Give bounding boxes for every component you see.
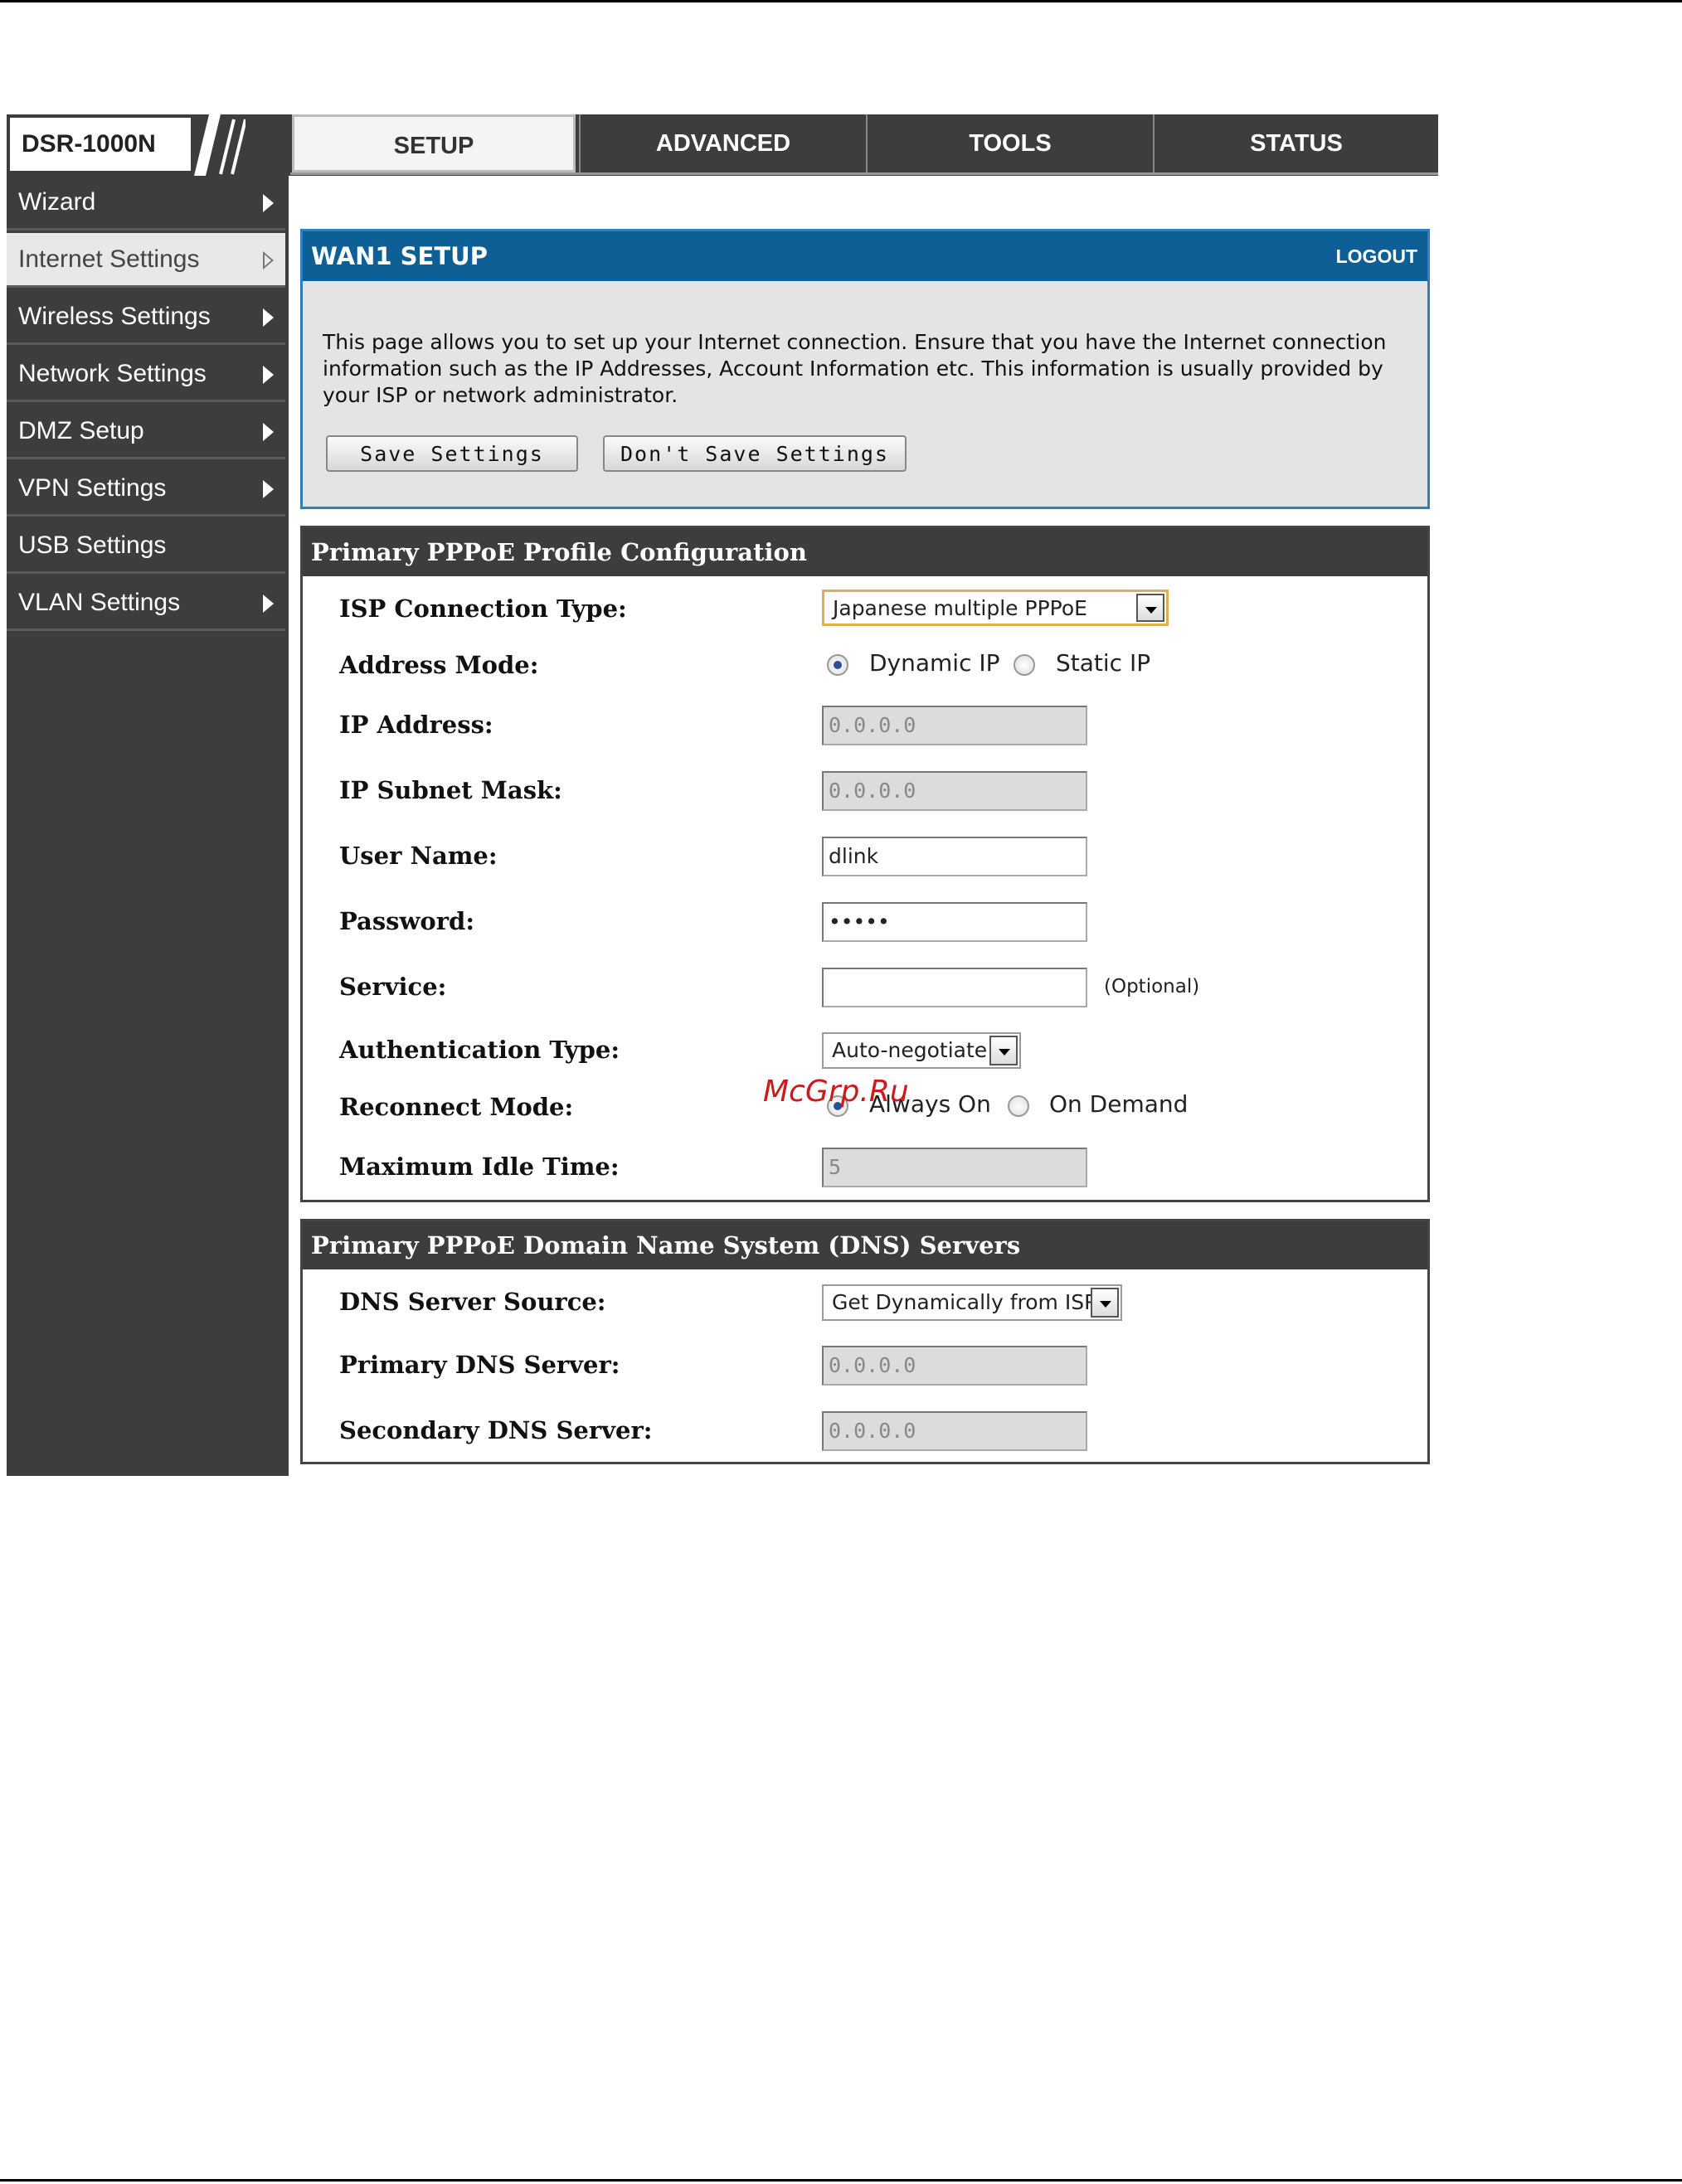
tab-setup[interactable]: SETUP: [292, 114, 576, 172]
reconnect-mode-label: Reconnect Mode:: [339, 1093, 574, 1121]
password-label: Password:: [339, 907, 475, 935]
user-name-label: User Name:: [339, 842, 498, 870]
section-header: Primary PPPoE Profile Configuration: [303, 528, 1427, 576]
dynamic-ip-radio[interactable]: [827, 654, 848, 676]
select-value: Auto-negotiate: [832, 1038, 988, 1062]
section-title: Primary PPPoE Domain Name System (DNS) S…: [311, 1231, 1021, 1259]
arrow-right-icon: [263, 366, 274, 384]
dns-server-source-label: DNS Server Source:: [339, 1288, 606, 1316]
sidebar-item-label: Network Settings: [18, 360, 207, 387]
arrow-right-icon: [263, 423, 274, 441]
sidebar-item-usb-settings[interactable]: USB Settings: [7, 519, 285, 574]
sidebar-item-label: Wireless Settings: [18, 303, 211, 330]
arrow-right-outline-icon: [263, 251, 274, 269]
sidebar-item-vpn-settings[interactable]: VPN Settings: [7, 462, 285, 517]
sidebar-item-label: VLAN Settings: [18, 589, 181, 616]
password-field[interactable]: •••••: [822, 902, 1087, 942]
sidebar-item-label: USB Settings: [18, 531, 167, 559]
on-demand-radio[interactable]: [1008, 1095, 1029, 1117]
maximum-idle-time-label: Maximum Idle Time:: [339, 1153, 620, 1181]
secondary-dns-server-label: Secondary DNS Server:: [339, 1416, 653, 1444]
sidebar-item-dmz-setup[interactable]: DMZ Setup: [7, 405, 285, 459]
isp-connection-type-select[interactable]: Japanese multiple PPPoE: [822, 590, 1169, 626]
dynamic-ip-label: Dynamic IP: [869, 649, 1000, 677]
select-value: Get Dynamically from ISP: [832, 1290, 1097, 1314]
sidebar: Wizard Internet Settings Wireless Settin…: [7, 176, 289, 1476]
page-title: WAN1 SETUP: [311, 242, 488, 270]
wan-setup-panel: WAN1 SETUP LOGOUT This page allows you t…: [300, 229, 1430, 509]
logout-link[interactable]: LOGOUT: [1336, 231, 1417, 281]
chevron-down-icon[interactable]: [1091, 1288, 1119, 1318]
sidebar-item-label: DMZ Setup: [18, 417, 144, 444]
arrow-right-icon: [263, 480, 274, 498]
top-navigation: DSR-1000N SETUP ADVANCED TOOLS STATUS: [7, 114, 1438, 176]
static-ip-label: Static IP: [1056, 649, 1151, 677]
ip-subnet-mask-field[interactable]: 0.0.0.0: [822, 771, 1087, 811]
primary-dns-server-field[interactable]: 0.0.0.0: [822, 1346, 1087, 1386]
secondary-dns-server-field[interactable]: 0.0.0.0: [822, 1411, 1087, 1451]
on-demand-label: On Demand: [1049, 1090, 1189, 1118]
top-rule: [0, 0, 1682, 2]
chevron-down-icon[interactable]: [1136, 594, 1164, 622]
ip-subnet-mask-label: IP Subnet Mask:: [339, 776, 562, 804]
tab-tools[interactable]: TOOLS: [866, 114, 1153, 172]
sidebar-item-wireless-settings[interactable]: Wireless Settings: [7, 290, 285, 345]
user-name-field[interactable]: dlink: [822, 837, 1087, 876]
dns-servers-section: Primary PPPoE Domain Name System (DNS) S…: [300, 1219, 1430, 1464]
tab-advanced[interactable]: ADVANCED: [579, 114, 866, 172]
ip-address-field[interactable]: 0.0.0.0: [822, 706, 1087, 745]
sidebar-item-label: VPN Settings: [18, 474, 167, 502]
save-settings-button[interactable]: Save Settings: [326, 435, 578, 472]
brand-logo: DSR-1000N: [7, 114, 289, 176]
dont-save-settings-button[interactable]: Don't Save Settings: [603, 435, 907, 472]
section-header: Primary PPPoE Domain Name System (DNS) S…: [303, 1221, 1427, 1269]
model-name: DSR-1000N: [10, 118, 191, 171]
sidebar-item-network-settings[interactable]: Network Settings: [7, 347, 285, 402]
panel-header: WAN1 SETUP LOGOUT: [303, 231, 1427, 281]
watermark: McGrp.Ru: [763, 1075, 909, 1109]
sidebar-item-wizard[interactable]: Wizard: [7, 176, 285, 231]
tab-status[interactable]: STATUS: [1153, 114, 1438, 172]
bottom-rule: [0, 2179, 1682, 2182]
arrow-right-icon: [263, 194, 274, 212]
sidebar-item-label: Wizard: [18, 188, 96, 216]
page-description: This page allows you to set up your Inte…: [323, 330, 1387, 407]
static-ip-radio[interactable]: [1014, 654, 1035, 676]
arrow-right-icon: [263, 308, 274, 327]
optional-hint: (Optional): [1104, 976, 1200, 997]
sidebar-item-internet-settings[interactable]: Internet Settings: [7, 233, 285, 288]
dns-server-source-select[interactable]: Get Dynamically from ISP: [822, 1284, 1122, 1321]
sidebar-item-label: Internet Settings: [18, 245, 200, 273]
ip-address-label: IP Address:: [339, 711, 493, 739]
logo-slashes-icon: [194, 114, 245, 176]
authentication-type-select[interactable]: Auto-negotiate: [822, 1032, 1021, 1069]
primary-dns-server-label: Primary DNS Server:: [339, 1351, 620, 1379]
isp-connection-type-label: ISP Connection Type:: [339, 595, 627, 623]
arrow-right-icon: [263, 595, 274, 613]
section-title: Primary PPPoE Profile Configuration: [311, 538, 807, 566]
maximum-idle-time-field[interactable]: 5: [822, 1148, 1087, 1187]
authentication-type-label: Authentication Type:: [339, 1036, 620, 1064]
chevron-down-icon[interactable]: [989, 1036, 1018, 1065]
tab-underline: [290, 172, 1438, 175]
address-mode-label: Address Mode:: [339, 651, 539, 679]
service-field[interactable]: [822, 968, 1087, 1007]
select-value: Japanese multiple PPPoE: [833, 596, 1087, 620]
service-label: Service:: [339, 973, 447, 1001]
sidebar-item-vlan-settings[interactable]: VLAN Settings: [7, 576, 285, 631]
